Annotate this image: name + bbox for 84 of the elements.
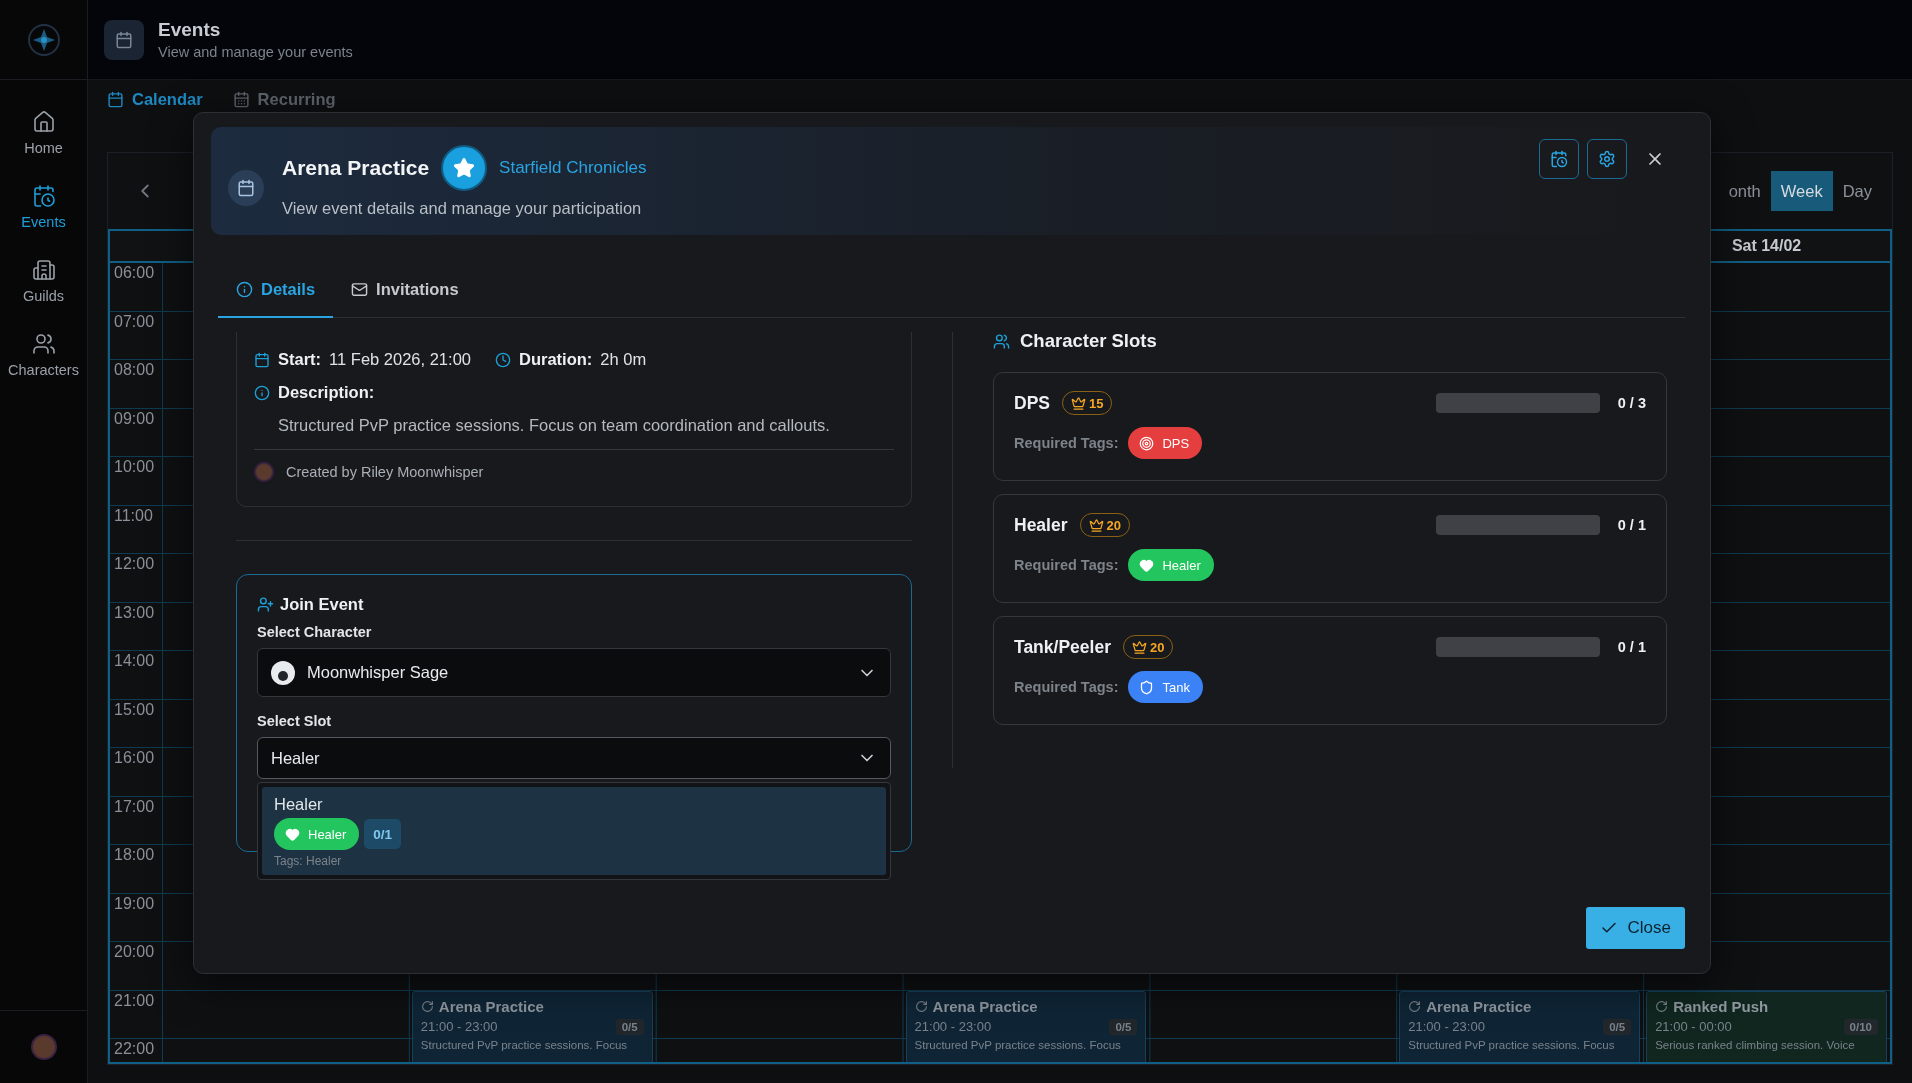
slot-select[interactable]: Healer: [257, 737, 891, 779]
day-header: Sat 14/02: [1730, 236, 1803, 256]
close-button[interactable]: Close: [1585, 907, 1685, 949]
time-label: 14:00: [113, 651, 156, 671]
event-count: 0/5: [615, 1018, 644, 1035]
view-option[interactable]: onth: [1718, 171, 1771, 211]
time-label: 09:00: [113, 408, 156, 429]
created-by-text: Created by Riley Moonwhisper: [286, 464, 484, 480]
tag-pill: Healer: [1128, 549, 1214, 581]
time-label: 15:00: [113, 699, 156, 720]
time-label: 13:00: [113, 602, 156, 623]
event-time: 21:00 - 23:00: [914, 1019, 992, 1034]
slot-option[interactable]: Healer Healer 0/1 Tags: Healer: [262, 787, 886, 875]
option-name: Healer: [274, 795, 324, 814]
event-description: Structured PvP practice sessions. Focus: [914, 1038, 1122, 1051]
time-label: 22:00: [113, 1039, 156, 1059]
event-description: Structured PvP practice sessions. Focus: [420, 1038, 629, 1051]
sidebar-item[interactable]: Home: [0, 110, 87, 156]
event-description: Structured PvP practice sessions. Focus: [1408, 1038, 1616, 1051]
tag-pill: DPS: [1128, 427, 1203, 459]
dialog-tab[interactable]: Invitations: [333, 262, 477, 318]
start-value: 11 Feb 2026, 21:00: [329, 350, 471, 369]
sidebar-item[interactable]: Events: [0, 184, 87, 230]
event-count: 0/5: [1109, 1018, 1138, 1035]
time-label: 21:00: [113, 990, 156, 1011]
slot-count: 0 / 1: [1616, 517, 1646, 533]
time-label: 20:00: [113, 942, 156, 962]
slot-count: 0 / 1: [1616, 639, 1646, 655]
description-label: Description:: [278, 383, 375, 402]
event-card[interactable]: Arena Practice 21:00 - 23:00 0/5 Structured PvP practice sessions. Focus: [905, 990, 1147, 1062]
page-title: Events: [158, 19, 222, 41]
field-label: Select Character: [257, 624, 373, 640]
sidebar-item[interactable]: Characters: [0, 332, 87, 378]
event-card[interactable]: Arena Practice 21:00 - 23:00 0/5 Structured PvP practice sessions. Focus: [411, 990, 653, 1062]
slot-name: Tank/Peeler: [1014, 636, 1111, 658]
start-label: Start:: [278, 350, 322, 369]
view-option[interactable]: Week: [1770, 171, 1833, 211]
event-card[interactable]: Ranked Push 21:00 - 00:00 0/10 Serious ranked climbing session. Voice: [1646, 990, 1887, 1062]
join-event-title: Join Event: [280, 595, 364, 614]
event-title: Ranked Push: [1673, 997, 1769, 1015]
option-tags: Tags: Healer: [274, 854, 874, 868]
time-label: 19:00: [113, 893, 156, 914]
event-title: Arena Practice: [932, 997, 1038, 1015]
page-subtitle: View and manage your events: [158, 44, 353, 60]
event-count: 0/5: [1603, 1018, 1632, 1035]
character-select[interactable]: Moonwhisper Sage: [257, 648, 891, 697]
time-label: 08:00: [113, 360, 156, 380]
event-card[interactable]: Arena Practice 21:00 - 23:00 0/5 Structured PvP practice sessions. Focus: [1399, 990, 1641, 1062]
slot-name: DPS: [1014, 392, 1050, 414]
slot-name: Healer: [1014, 514, 1068, 536]
dialog-subtitle: View event details and manage your participation: [282, 198, 643, 218]
event-time: 21:00 - 23:00: [1408, 1019, 1485, 1034]
time-label: 10:00: [113, 457, 156, 477]
dialog-tab[interactable]: Details: [218, 262, 334, 318]
time-label: 16:00: [113, 748, 156, 768]
slot-count: 0 / 3: [1616, 395, 1646, 411]
page-tab[interactable]: Calendar: [107, 90, 203, 109]
event-time: 21:00 - 23:00: [420, 1019, 498, 1034]
event-description: Serious ranked climbing session. Voice: [1655, 1038, 1856, 1051]
tag-pill: Healer: [274, 818, 360, 850]
event-count: 0/10: [1843, 1018, 1878, 1035]
event-time: 21:00 - 00:00: [1655, 1019, 1732, 1034]
tag-pill: Tank: [1128, 671, 1203, 703]
time-label: 11:00: [113, 505, 154, 526]
description-text: Structured PvP practice sessions. Focus on team coordination and callouts.: [277, 416, 831, 435]
required-tags-label: Required Tags:: [1014, 557, 1119, 573]
time-label: 18:00: [113, 845, 156, 865]
view-option[interactable]: Day: [1832, 171, 1882, 211]
slot-count: 0/1: [364, 819, 402, 849]
event-title: Arena Practice: [1426, 997, 1532, 1015]
duration-value: 2h 0m: [600, 350, 647, 369]
field-label: Select Slot: [257, 713, 333, 729]
game-link[interactable]: Starfield Chronicles: [499, 157, 647, 178]
time-label: 17:00: [113, 796, 156, 817]
required-tags-label: Required Tags:: [1014, 679, 1119, 695]
dialog-title: Arena Practice: [282, 155, 430, 180]
time-label: 07:00: [113, 311, 156, 332]
event-title: Arena Practice: [438, 997, 544, 1015]
section-title: Character Slots: [1020, 330, 1157, 352]
required-tags-label: Required Tags:: [1014, 435, 1119, 451]
time-label: 06:00: [113, 263, 156, 283]
sidebar-item[interactable]: Guilds: [0, 258, 87, 304]
time-label: 12:00: [113, 554, 156, 574]
duration-label: Duration:: [519, 350, 593, 369]
